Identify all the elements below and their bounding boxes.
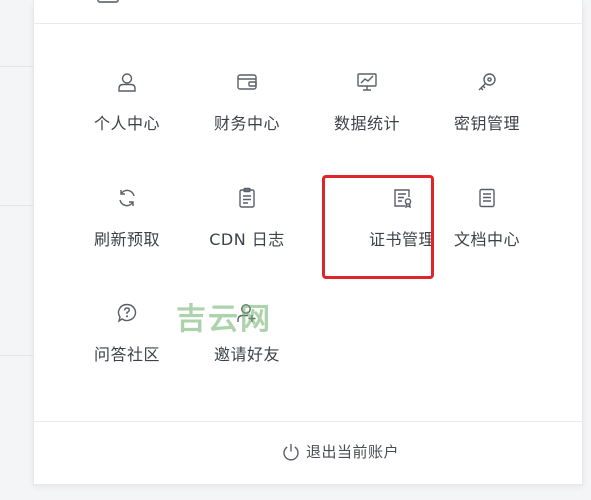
account-menu-panel: 个人中心 财务中心 数据统计 密钥管理 刷新预取 CDN 日志 证书管理 文档中… bbox=[33, 0, 583, 485]
question-bubble-icon bbox=[117, 303, 137, 323]
background-divider bbox=[0, 205, 34, 206]
power-icon bbox=[283, 443, 299, 460]
menu-grid: 个人中心 财务中心 数据统计 密钥管理 刷新预取 CDN 日志 证书管理 文档中… bbox=[34, 0, 582, 484]
menu-item-finance-center[interactable]: 财务中心 bbox=[187, 71, 307, 151]
logout-label: 退出当前账户 bbox=[306, 443, 400, 461]
clipboard-icon bbox=[239, 187, 255, 208]
menu-item-label: 问答社区 bbox=[93, 345, 160, 364]
menu-item-key-management[interactable]: 密钥管理 bbox=[427, 71, 547, 151]
menu-item-personal-center[interactable]: 个人中心 bbox=[67, 71, 187, 151]
background-divider bbox=[0, 66, 34, 67]
menu-item-label: 刷新预取 bbox=[93, 230, 160, 249]
chart-presentation-icon bbox=[357, 73, 377, 91]
menu-item-label: 密钥管理 bbox=[453, 114, 520, 133]
user-icon bbox=[118, 73, 136, 92]
menu-item-refresh-prefetch[interactable]: 刷新预取 bbox=[67, 187, 187, 267]
menu-item-label: 数据统计 bbox=[333, 114, 400, 133]
highlight-box bbox=[322, 175, 434, 279]
wallet-icon bbox=[237, 74, 257, 90]
logout-button[interactable]: 退出当前账户 bbox=[282, 441, 399, 462]
menu-item-label: 个人中心 bbox=[93, 114, 160, 133]
watermark: 吉云网 bbox=[176, 302, 272, 337]
menu-item-cdn-logs[interactable]: CDN 日志 bbox=[187, 187, 307, 267]
refresh-icon bbox=[119, 189, 135, 207]
menu-item-data-statistics[interactable]: 数据统计 bbox=[307, 71, 427, 151]
menu-item-documentation-center[interactable]: 文档中心 bbox=[427, 187, 547, 267]
menu-item-qa-community[interactable]: 问答社区 bbox=[67, 302, 187, 382]
menu-item-label: 邀请好友 bbox=[213, 345, 280, 364]
menu-item-label: 文档中心 bbox=[453, 230, 520, 249]
document-icon bbox=[479, 188, 495, 208]
menu-item-label: CDN 日志 bbox=[209, 230, 285, 249]
bottom-divider bbox=[34, 421, 582, 422]
menu-item-label: 财务中心 bbox=[213, 114, 280, 133]
key-icon bbox=[478, 73, 496, 91]
background-divider bbox=[0, 355, 34, 356]
